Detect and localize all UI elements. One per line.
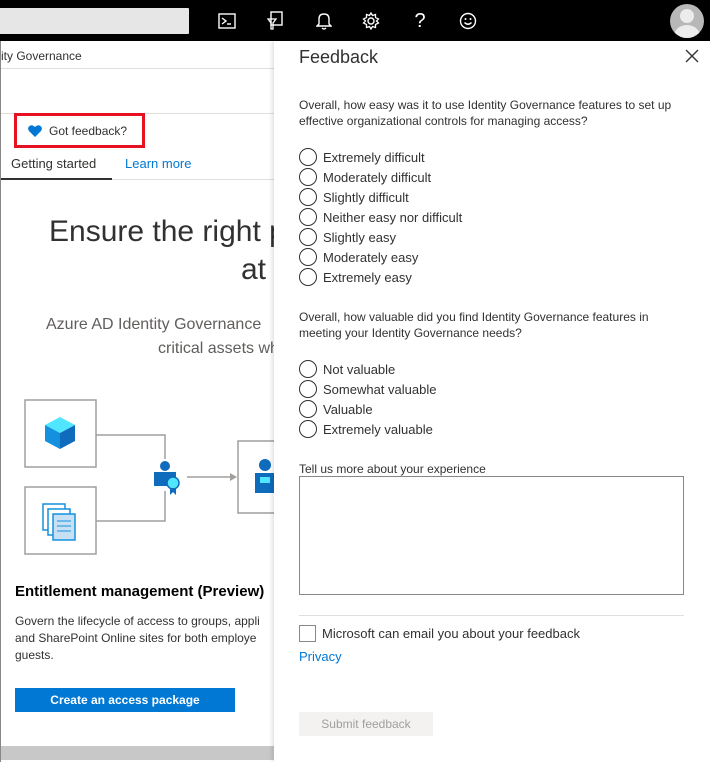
radio-option[interactable]: Extremely easy <box>299 267 412 287</box>
smiley-feedback-icon[interactable] <box>455 8 481 34</box>
radio-option[interactable]: Moderately easy <box>299 247 418 267</box>
directory-filter-icon[interactable] <box>263 8 289 34</box>
email-consent-checkbox-row[interactable]: Microsoft can email you about your feedb… <box>299 625 580 642</box>
radio-button[interactable] <box>299 380 317 398</box>
user-badge-icon <box>237 440 275 514</box>
hero-description-line2: critical assets wh <box>158 340 275 357</box>
help-icon[interactable]: ? <box>407 8 433 34</box>
tab-bar: Getting started Learn more <box>1 155 275 180</box>
question-value: Overall, how valuable did you find Ident… <box>299 310 649 340</box>
radio-option[interactable]: Somewhat valuable <box>299 379 436 399</box>
horizontal-scrollbar[interactable] <box>1 746 275 760</box>
radio-button[interactable] <box>299 148 317 166</box>
entitlement-diagram <box>24 399 275 555</box>
hero-title: Ensure the right p <box>49 215 275 248</box>
tab-learn-more[interactable]: Learn more <box>125 155 191 180</box>
panel-title: Feedback <box>299 47 379 67</box>
divider <box>299 615 684 616</box>
top-bar: ? <box>0 0 710 41</box>
avatar[interactable] <box>670 4 704 38</box>
tab-getting-started[interactable]: Getting started <box>1 155 112 180</box>
experience-textarea[interactable] <box>299 476 684 595</box>
hero-description: Azure AD Identity Governance <box>46 316 262 333</box>
radio-option[interactable]: Moderately difficult <box>299 167 431 187</box>
identity-governance-page: ity Governance Got feedback? Getting sta… <box>0 41 275 762</box>
question-ease: Overall, how easy was it to use Identity… <box>299 98 672 128</box>
radio-button[interactable] <box>299 228 317 246</box>
radio-button[interactable] <box>299 168 317 186</box>
close-icon[interactable] <box>684 48 700 64</box>
create-access-package-button[interactable]: Create an access package <box>15 688 235 712</box>
notifications-bell-icon[interactable] <box>311 8 337 34</box>
documents-icon <box>24 486 97 555</box>
feedback-panel: Feedback Overall, how easy was it to use… <box>274 41 710 762</box>
resource-cube-icon <box>24 399 97 468</box>
radio-option[interactable]: Extremely valuable <box>299 419 433 439</box>
radio-option[interactable]: Extremely difficult <box>299 147 425 167</box>
heart-icon <box>28 124 42 137</box>
search-box[interactable] <box>0 8 189 34</box>
got-feedback-label: Got feedback? <box>49 123 128 138</box>
section-description: Govern the lifecycle of access to groups… <box>15 614 260 662</box>
divider <box>1 68 275 69</box>
tell-more-label: Tell us more about your experience <box>299 462 486 476</box>
got-feedback-button[interactable]: Got feedback? <box>14 113 145 148</box>
email-consent-checkbox[interactable] <box>299 625 316 642</box>
submit-feedback-button[interactable]: Submit feedback <box>299 712 433 736</box>
hero-title-line2: at <box>241 253 267 286</box>
radio-option[interactable]: Slightly difficult <box>299 187 409 207</box>
radio-button[interactable] <box>299 188 317 206</box>
radio-option[interactable]: Neither easy nor difficult <box>299 207 462 227</box>
radio-button[interactable] <box>299 420 317 438</box>
section-title: Entitlement management (Preview) <box>15 583 265 600</box>
breadcrumb[interactable]: ity Governance <box>1 49 82 63</box>
cloud-shell-icon[interactable] <box>214 8 240 34</box>
radio-option[interactable]: Not valuable <box>299 359 395 379</box>
radio-option[interactable]: Slightly easy <box>299 227 396 247</box>
radio-button[interactable] <box>299 208 317 226</box>
privacy-link[interactable]: Privacy <box>299 649 342 664</box>
radio-option[interactable]: Valuable <box>299 399 373 419</box>
settings-gear-icon[interactable] <box>358 8 384 34</box>
radio-button[interactable] <box>299 400 317 418</box>
email-consent-label: Microsoft can email you about your feedb… <box>322 626 580 641</box>
radio-button[interactable] <box>299 248 317 266</box>
access-package-icon <box>154 461 180 495</box>
radio-button[interactable] <box>299 268 317 286</box>
radio-button[interactable] <box>299 360 317 378</box>
